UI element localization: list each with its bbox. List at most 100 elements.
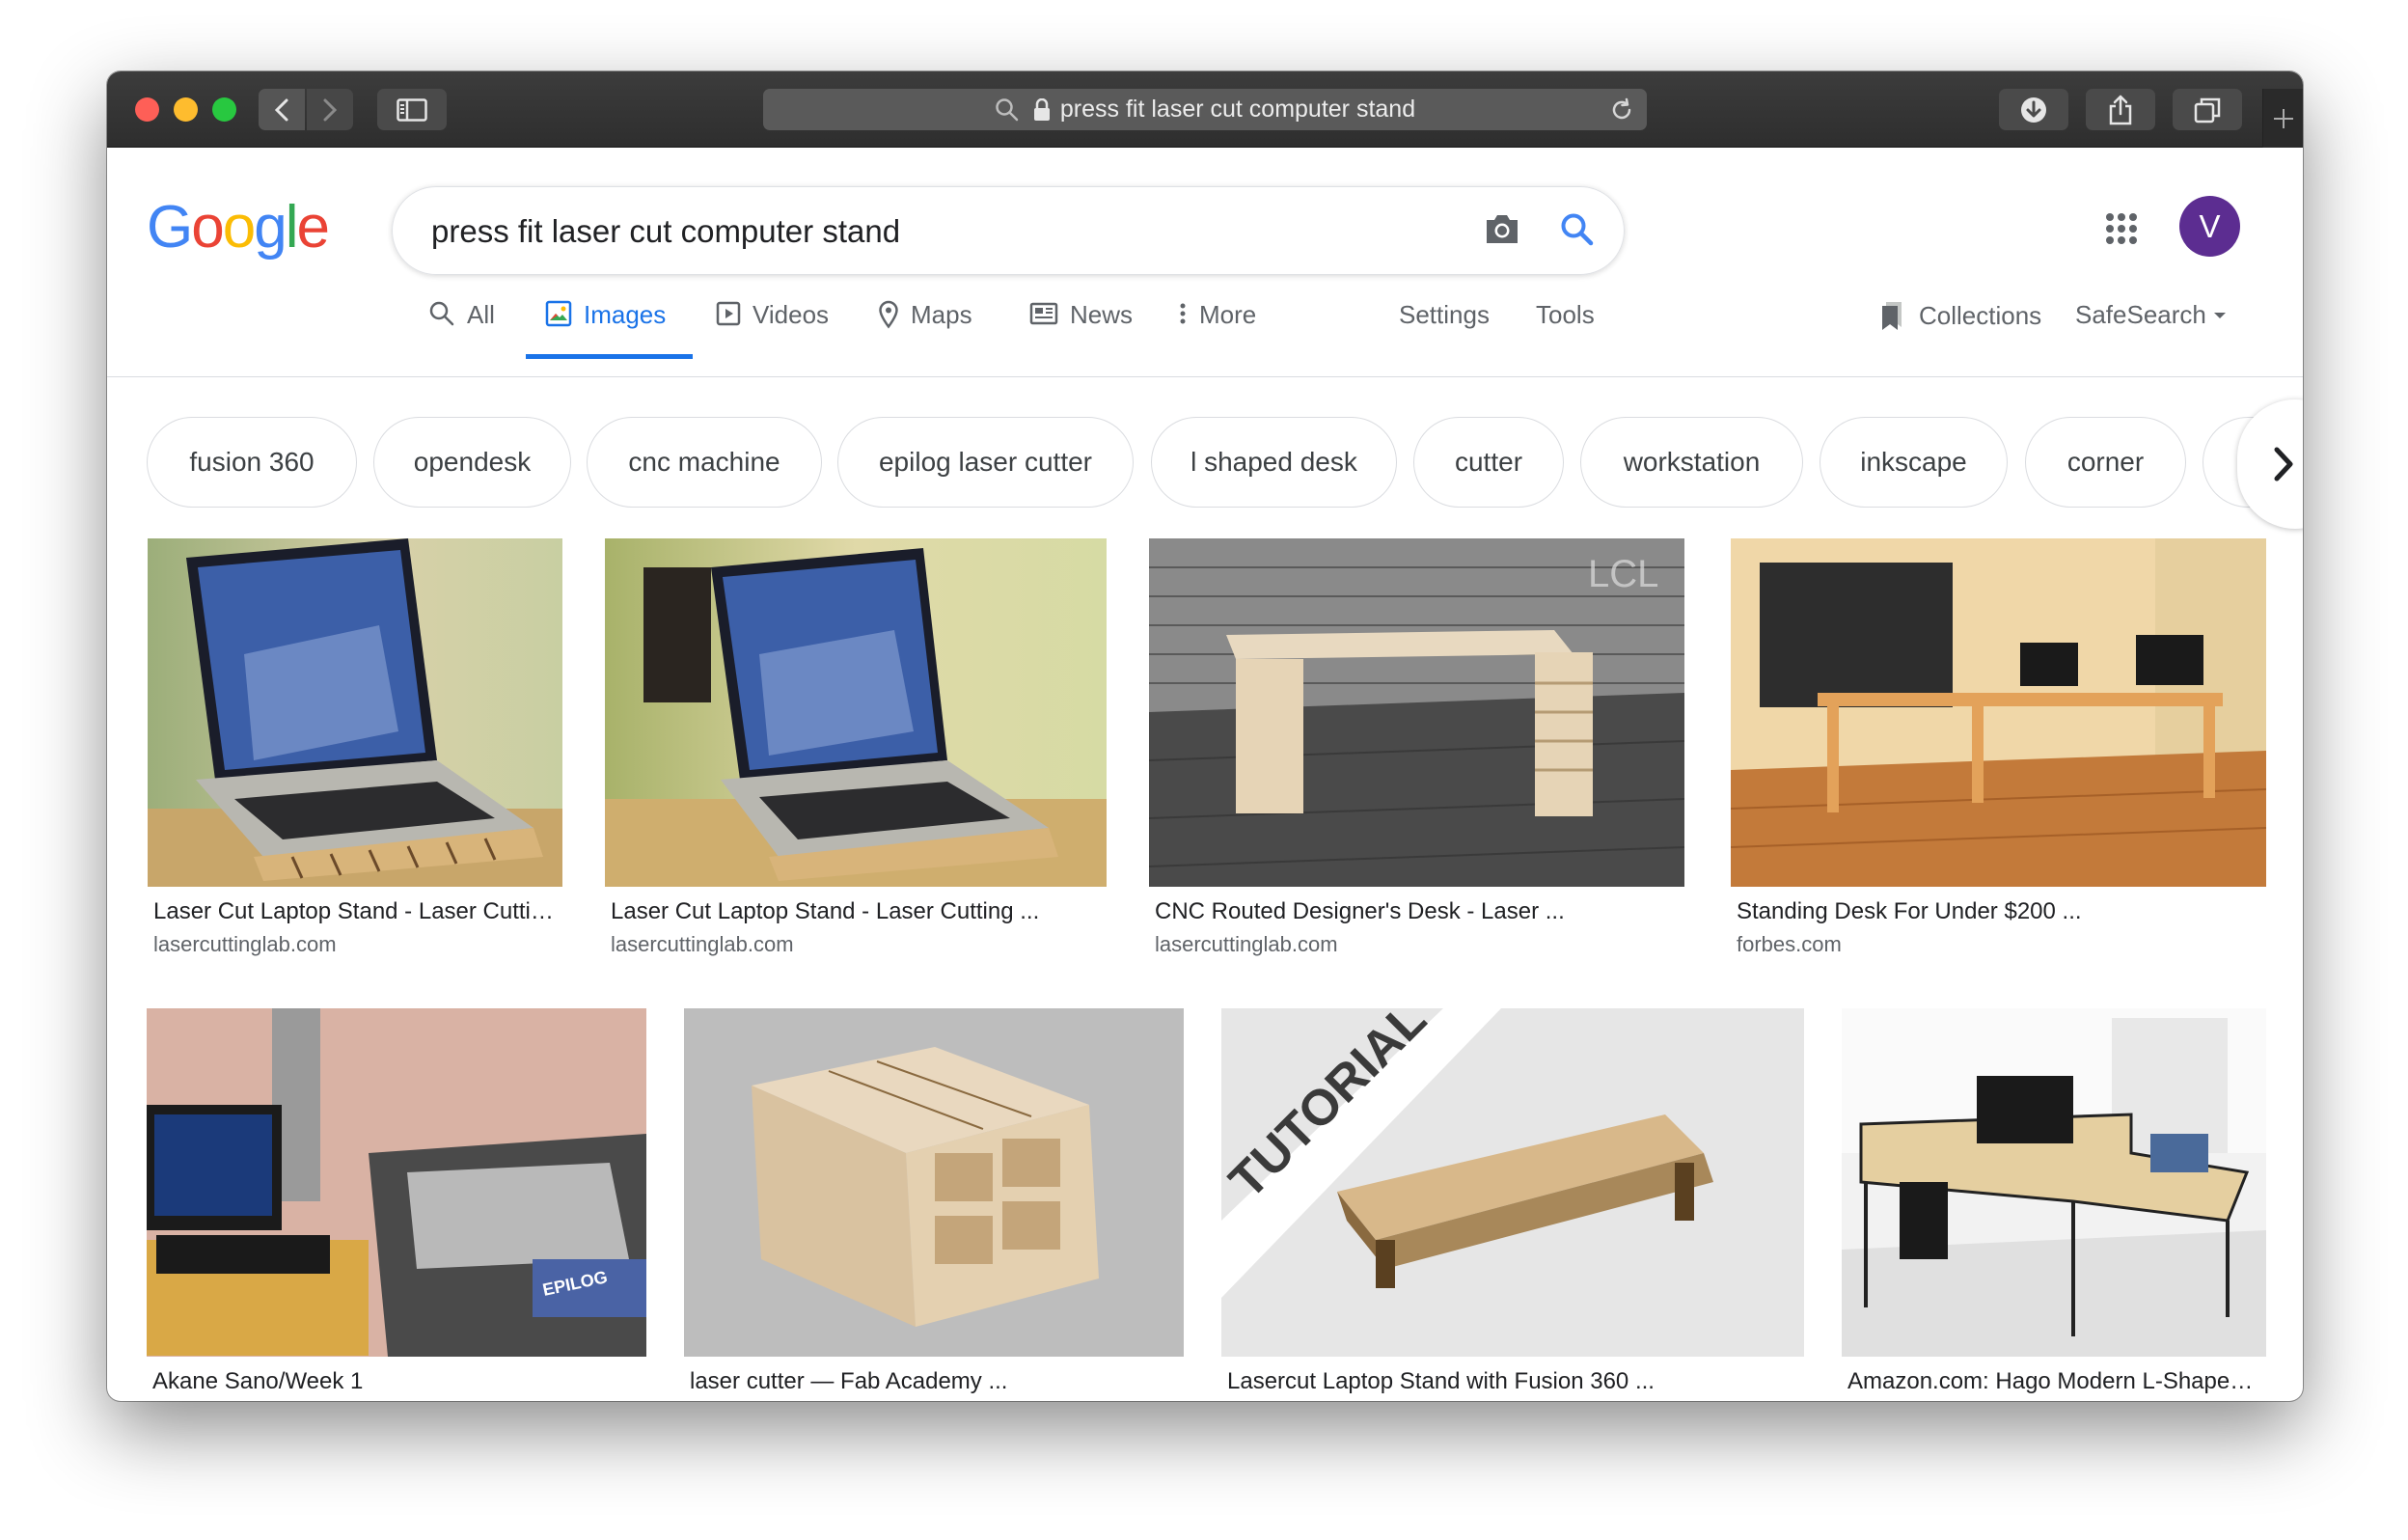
minimize-window-button[interactable]	[174, 97, 198, 122]
image-result[interactable]: Standing Desk For Under $200 ... forbes.…	[1731, 538, 2266, 973]
chip-cnc-machine[interactable]: cnc machine	[587, 417, 822, 508]
account-avatar[interactable]: V	[2179, 196, 2240, 257]
laptop-stand-image[interactable]	[605, 538, 1107, 887]
l-shaped-desk-image[interactable]	[1842, 1008, 2266, 1357]
tab-label: Videos	[752, 300, 830, 329]
downloads-button[interactable]	[1999, 89, 2068, 130]
result-source[interactable]: lasercuttinglab.com	[153, 932, 337, 957]
result-title[interactable]: Laser Cut Laptop Stand - Laser Cutting .…	[611, 898, 1039, 925]
result-source[interactable]: lasercuttinglab.com	[611, 932, 794, 957]
lock-icon	[1033, 97, 1050, 121]
share-icon	[2109, 95, 2132, 124]
camera-icon[interactable]	[1483, 212, 1521, 247]
search-icon	[429, 301, 454, 326]
chip-label: l shaped desk	[1190, 447, 1357, 477]
laptop-stand-tutorial-image[interactable]: TUTORIAL	[1221, 1008, 1804, 1357]
address-bar-text: press fit laser cut computer stand	[1059, 96, 1416, 123]
logo-letter: o	[191, 194, 225, 261]
standing-desk-image[interactable]	[1731, 538, 2266, 887]
desk-image[interactable]: LCL	[1149, 538, 1684, 887]
chip-l-shaped-desk[interactable]: l shaped desk	[1151, 417, 1397, 508]
tab-more[interactable]: More	[1178, 292, 1256, 352]
chip-label: workstation	[1623, 447, 1761, 477]
chip-cutter[interactable]: cutter	[1413, 417, 1564, 508]
show-tabs-button[interactable]	[2173, 89, 2242, 130]
tab-news[interactable]: News	[1029, 292, 1133, 352]
caret-down-icon	[2213, 312, 2226, 318]
chip-label: opendesk	[413, 447, 532, 477]
tab-all[interactable]: All	[428, 292, 495, 352]
image-result[interactable]: Laser Cut Laptop Stand - Laser Cutting .…	[605, 538, 1107, 973]
safesearch-dropdown[interactable]: SafeSearch	[2075, 300, 2228, 330]
result-title[interactable]: CNC Routed Designer's Desk - Laser ...	[1155, 898, 1565, 925]
chip-label: corner	[2066, 447, 2145, 477]
google-logo[interactable]: Google	[147, 194, 330, 261]
tab-label: Maps	[911, 300, 972, 329]
image-result[interactable]: TUTORIAL Lasercut Laptop Stand with Fusi…	[1221, 1008, 1804, 1394]
sidebar-toggle-button[interactable]	[377, 89, 447, 130]
result-title[interactable]: Lasercut Laptop Stand with Fusion 360 ..…	[1227, 1368, 1655, 1395]
tab-images[interactable]: Images	[526, 292, 693, 359]
related-searches-chips: fusion 360 opendesk cnc machine epilog l…	[147, 417, 2303, 509]
image-result[interactable]: LCL CNC Routed Designer's Desk - Laser .…	[1149, 538, 1684, 973]
search-input[interactable]	[431, 212, 1396, 251]
tab-label: More	[1199, 300, 1257, 329]
tab-label: Settings	[1399, 300, 1490, 329]
chevron-right-icon	[323, 98, 338, 121]
browser-titlebar: press fit laser cut computer stand	[107, 71, 2303, 148]
chip-workstation[interactable]: workstation	[1580, 417, 1803, 508]
organizer-box-image[interactable]	[684, 1008, 1184, 1357]
image-result[interactable]: Amazon.com: Hago Modern L-Shape…	[1842, 1008, 2266, 1394]
share-button[interactable]	[2086, 89, 2155, 130]
logo-letter: o	[222, 194, 257, 261]
back-button[interactable]	[259, 89, 305, 130]
logo-letter: g	[254, 194, 287, 261]
close-window-button[interactable]	[135, 97, 159, 122]
chip-label: cutter	[1454, 447, 1523, 477]
image-icon	[545, 300, 572, 327]
tab-settings[interactable]: Settings	[1399, 292, 1490, 352]
address-bar[interactable]: press fit laser cut computer stand	[763, 89, 1647, 130]
logo-letter: e	[296, 194, 330, 261]
laptop-stand-image[interactable]	[148, 538, 562, 887]
chip-opendesk[interactable]: opendesk	[373, 417, 571, 508]
image-result[interactable]: laser cutter — Fab Academy ...	[684, 1008, 1184, 1394]
newspaper-icon	[1029, 302, 1058, 325]
chip-inkscape[interactable]: inkscape	[1820, 417, 2008, 508]
tab-label: Tools	[1536, 300, 1595, 329]
laser-cutter-image[interactable]: EPILOG	[147, 1008, 646, 1357]
collections-label: Collections	[1919, 300, 2042, 330]
image-result[interactable]: Laser Cut Laptop Stand - Laser Cutti… la…	[148, 538, 562, 973]
map-pin-icon	[879, 300, 898, 329]
search-icon[interactable]	[1558, 210, 1597, 249]
result-title[interactable]: Standing Desk For Under $200 ...	[1737, 898, 2082, 925]
plus-icon	[2273, 108, 2293, 128]
chip-epilog-laser-cutter[interactable]: epilog laser cutter	[837, 417, 1134, 508]
reload-icon[interactable]	[1608, 96, 1635, 124]
result-title[interactable]: laser cutter — Fab Academy ...	[690, 1368, 1007, 1395]
tab-label: Images	[584, 300, 667, 329]
result-title[interactable]: Amazon.com: Hago Modern L-Shape…	[1847, 1368, 2253, 1395]
result-source[interactable]: forbes.com	[1737, 932, 1842, 957]
chip-corner[interactable]: corner	[2025, 417, 2186, 508]
tab-videos[interactable]: Videos	[716, 292, 829, 352]
logo-letter: G	[147, 194, 193, 261]
new-tab-button[interactable]	[2262, 89, 2303, 148]
result-title[interactable]: Akane Sano/Week 1	[152, 1368, 363, 1395]
video-icon	[716, 301, 741, 326]
tab-maps[interactable]: Maps	[878, 292, 972, 352]
chip-label: epilog laser cutter	[878, 447, 1092, 477]
google-header: Google V All Images Videos	[107, 148, 2303, 377]
result-source[interactable]: lasercuttinglab.com	[1155, 932, 1338, 957]
collections-link[interactable]: Collections	[1880, 300, 2041, 331]
sidebar-icon	[397, 97, 427, 122]
tab-label: All	[467, 300, 495, 329]
apps-grid-icon[interactable]	[2105, 212, 2138, 245]
maximize-window-button[interactable]	[212, 97, 236, 122]
tab-tools[interactable]: Tools	[1536, 292, 1595, 352]
result-title[interactable]: Laser Cut Laptop Stand - Laser Cutti…	[153, 898, 554, 925]
search-box[interactable]	[392, 186, 1625, 275]
forward-button[interactable]	[307, 89, 353, 130]
chip-fusion-360[interactable]: fusion 360	[147, 417, 357, 508]
image-result[interactable]: EPILOG Akane Sano/Week 1	[147, 1008, 646, 1394]
